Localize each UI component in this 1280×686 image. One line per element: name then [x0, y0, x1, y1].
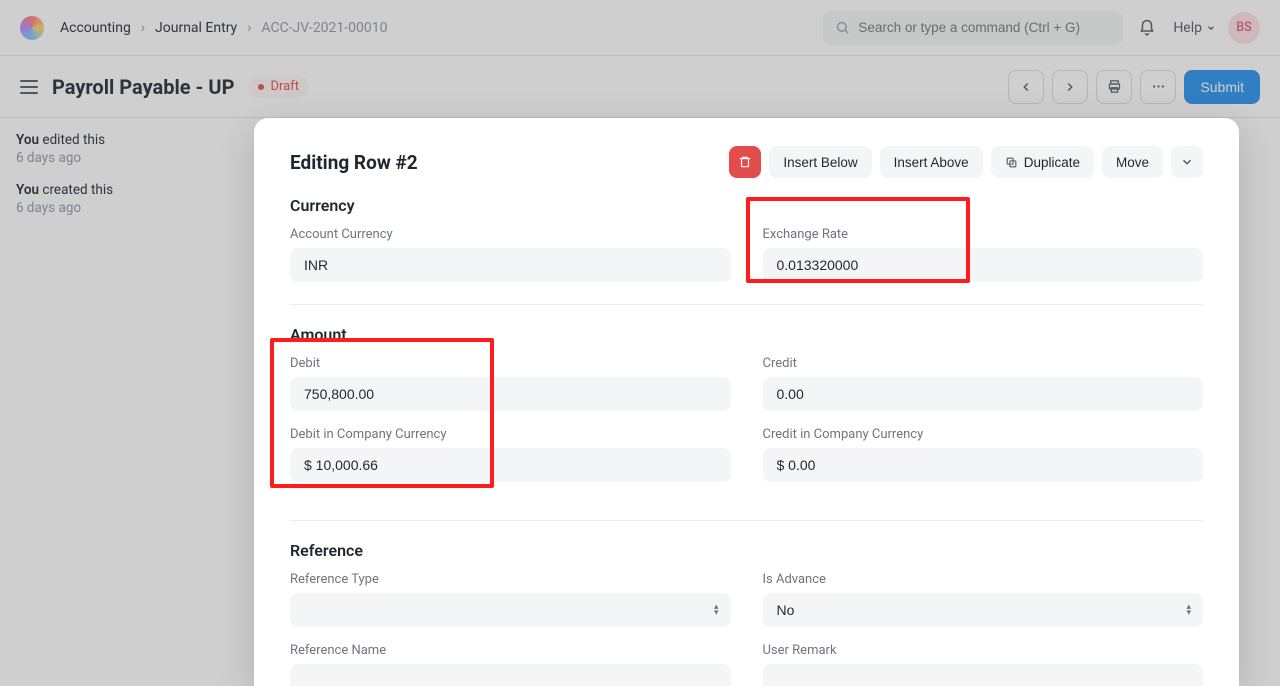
- page-header: Payroll Payable - UP Draft Submit: [0, 56, 1280, 118]
- account-currency-field[interactable]: [290, 248, 731, 282]
- modal-title: Editing Row #2: [290, 151, 418, 174]
- label-is-advance: Is Advance: [763, 572, 1204, 587]
- status-badge: Draft: [248, 75, 309, 98]
- chevron-down-icon: [1206, 23, 1216, 33]
- page-title: Payroll Payable - UP: [52, 75, 234, 99]
- row-edit-modal: Editing Row #2 Insert Below Insert Above…: [254, 118, 1239, 686]
- avatar[interactable]: BS: [1228, 12, 1260, 44]
- help-label: Help: [1173, 20, 1202, 36]
- breadcrumb-l2[interactable]: Journal Entry: [155, 20, 237, 36]
- timeline-created-time: 6 days ago: [16, 200, 204, 216]
- duplicate-icon: [1005, 156, 1018, 169]
- more-actions-button[interactable]: [1140, 70, 1176, 104]
- topbar: Accounting › Journal Entry › ACC-JV-2021…: [0, 0, 1280, 56]
- insert-below-button[interactable]: Insert Below: [769, 146, 871, 178]
- bell-icon: [1138, 19, 1156, 37]
- reference-type-select[interactable]: ▴▾: [290, 593, 731, 627]
- label-reference-name: Reference Name: [290, 643, 731, 658]
- reference-name-field[interactable]: [290, 664, 731, 686]
- label-debit: Debit: [290, 356, 731, 371]
- debit-company-field[interactable]: [290, 448, 731, 482]
- search-input[interactable]: [858, 20, 1111, 35]
- breadcrumb: Accounting › Journal Entry › ACC-JV-2021…: [60, 20, 388, 36]
- chevron-right-icon: ›: [141, 20, 145, 36]
- collapse-button[interactable]: [1171, 146, 1203, 178]
- breadcrumb-current: ACC-JV-2021-00010: [261, 20, 387, 36]
- reference-type-input[interactable]: [304, 602, 717, 618]
- debit-field[interactable]: [290, 377, 731, 411]
- chevron-left-icon: [1019, 80, 1033, 94]
- duplicate-button[interactable]: Duplicate: [991, 146, 1094, 178]
- search-input-wrapper[interactable]: [823, 11, 1123, 45]
- user-remark-field[interactable]: [763, 664, 1204, 686]
- reference-name-input[interactable]: [304, 673, 717, 686]
- exchange-rate-field[interactable]: [763, 248, 1204, 282]
- chevron-right-icon: [1063, 80, 1077, 94]
- sidebar-toggle[interactable]: [20, 80, 38, 94]
- account-currency-input[interactable]: [304, 257, 717, 273]
- divider: [290, 304, 1203, 305]
- submit-button[interactable]: Submit: [1184, 70, 1260, 104]
- debit-input[interactable]: [304, 386, 717, 402]
- credit-input[interactable]: [777, 386, 1190, 402]
- section-amount: Amount: [290, 325, 1203, 344]
- print-button[interactable]: [1096, 70, 1132, 104]
- label-account-currency: Account Currency: [290, 227, 731, 242]
- trash-icon: [738, 155, 752, 169]
- label-user-remark: User Remark: [763, 643, 1204, 658]
- user-remark-input[interactable]: [777, 673, 1190, 686]
- help-menu[interactable]: Help: [1173, 20, 1216, 36]
- is-advance-select[interactable]: ▴▾: [763, 593, 1204, 627]
- divider: [290, 520, 1203, 521]
- timeline-sidebar: You edited this 6 days ago You created t…: [0, 118, 220, 246]
- search-icon: [835, 20, 850, 35]
- chevron-right-icon: ›: [247, 20, 251, 36]
- label-credit: Credit: [763, 356, 1204, 371]
- status-dot: [258, 84, 264, 90]
- exchange-rate-input[interactable]: [777, 257, 1190, 273]
- chevron-down-icon: [1180, 155, 1194, 169]
- notifications-button[interactable]: [1131, 12, 1163, 44]
- credit-company-input[interactable]: [777, 457, 1190, 473]
- timeline-edited: You edited this: [16, 132, 204, 148]
- select-caret-icon: ▴▾: [714, 604, 719, 616]
- prev-button[interactable]: [1008, 70, 1044, 104]
- credit-company-field[interactable]: [763, 448, 1204, 482]
- dots-icon: [1151, 79, 1166, 94]
- insert-above-button[interactable]: Insert Above: [880, 146, 983, 178]
- timeline-created: You created this: [16, 182, 204, 198]
- next-button[interactable]: [1052, 70, 1088, 104]
- printer-icon: [1107, 79, 1122, 94]
- breadcrumb-l1[interactable]: Accounting: [60, 20, 131, 36]
- select-caret-icon: ▴▾: [1186, 604, 1191, 616]
- label-exchange-rate: Exchange Rate: [763, 227, 1204, 242]
- app-logo[interactable]: [20, 16, 44, 40]
- move-button[interactable]: Move: [1102, 146, 1163, 178]
- section-reference: Reference: [290, 541, 1203, 560]
- label-credit-company: Credit in Company Currency: [763, 427, 1204, 442]
- delete-row-button[interactable]: [729, 146, 761, 178]
- section-currency: Currency: [290, 196, 1203, 215]
- credit-field[interactable]: [763, 377, 1204, 411]
- label-reference-type: Reference Type: [290, 572, 731, 587]
- label-debit-company: Debit in Company Currency: [290, 427, 731, 442]
- status-text: Draft: [270, 79, 299, 94]
- timeline-edited-time: 6 days ago: [16, 150, 204, 166]
- is-advance-input[interactable]: [777, 602, 1190, 618]
- debit-company-input[interactable]: [304, 457, 717, 473]
